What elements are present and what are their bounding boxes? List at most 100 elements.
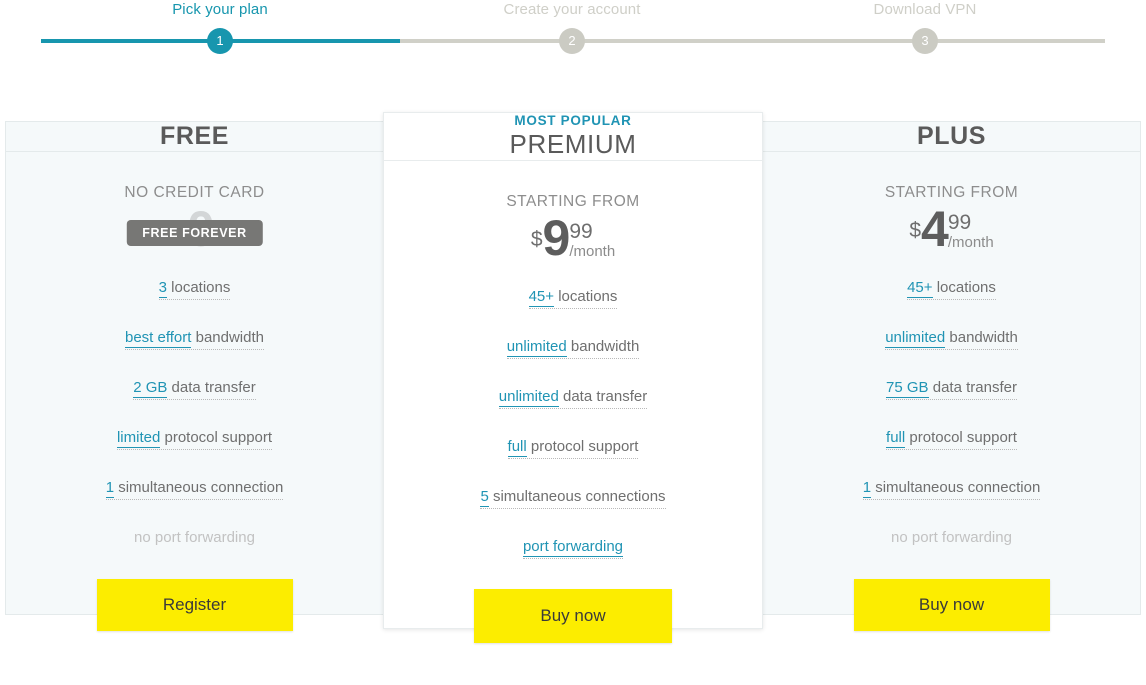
feature-text: locations (932, 279, 996, 296)
feature-list-premium: 45+ locations unlimited bandwidth unlimite… (384, 288, 762, 589)
feature-text: simultaneous connection (114, 479, 284, 496)
feature-text: protocol support (905, 429, 1017, 446)
stepper-labels: Pick your plan Create your account Downl… (0, 0, 1146, 24)
feature-highlight: 45+ (528, 288, 555, 307)
buy-now-button-plus[interactable]: Buy now (853, 579, 1050, 631)
price-caption-plus: STARTING FROM (884, 184, 1019, 201)
feature-item: full protocol support (886, 429, 1017, 450)
plan-card-plus[interactable]: PLUS STARTING FROM $ 4 99 /month 45+ loc… (762, 121, 1141, 631)
feature-text: data transfer (167, 379, 256, 396)
cta-wrap-premium: Buy now (384, 589, 762, 685)
feature-text: simultaneous connections (488, 488, 666, 505)
feature-item: 3 locations (158, 279, 231, 300)
feature-highlight: best effort (125, 329, 192, 348)
feature-highlight: unlimited (498, 388, 559, 407)
feature-item: no port forwarding (134, 530, 255, 549)
price-period-premium: /month (569, 243, 616, 260)
feature-item: 45+ locations (528, 288, 618, 309)
feature-item: limited protocol support (116, 429, 273, 450)
feature-text: protocol support (160, 429, 273, 446)
plan-header-plus: PLUS (763, 122, 1140, 152)
feature-item: best effort bandwidth (125, 329, 264, 350)
feature-highlight: 1 (105, 479, 115, 498)
price-block-premium: $ 9 99 /month (530, 210, 615, 273)
feature-highlight: 3 (158, 279, 167, 298)
feature-item: unlimited data transfer (498, 388, 648, 409)
step-label-2: Create your account (503, 1, 641, 18)
price-cents-plus: 99 (947, 211, 972, 234)
pricing-plans: FREE NO CREDIT CARD $ 0 FREE FOREVER 3 l… (0, 100, 1146, 643)
step-dot-1[interactable]: 1 (207, 28, 233, 54)
feature-text: bandwidth (945, 329, 1018, 346)
price-period-plus: /month (947, 234, 994, 251)
feature-highlight: port forwarding (522, 538, 624, 557)
feature-item: port forwarding (522, 538, 624, 559)
register-button[interactable]: Register (96, 579, 293, 631)
buy-now-button-premium[interactable]: Buy now (474, 589, 672, 643)
price-currency-premium: $ (530, 228, 543, 251)
feature-text: no port forwarding (134, 529, 255, 546)
feature-item: 1 simultaneous connection (105, 479, 284, 500)
feature-item: unlimited bandwidth (506, 338, 640, 359)
feature-text: locations (166, 279, 231, 296)
feature-list-free: 3 locations best effort bandwidth 2 GB dat… (6, 279, 383, 579)
feature-item: 2 GB data transfer (133, 379, 256, 400)
feature-text: simultaneous connection (871, 479, 1041, 496)
feature-text: bandwidth (566, 338, 640, 355)
cta-wrap-plus: Buy now (763, 579, 1140, 660)
feature-item: full protocol support (507, 438, 639, 459)
price-fraction-plus: 99 /month (948, 212, 994, 252)
price-currency-plus: $ (909, 219, 921, 242)
feature-text: bandwidth (191, 329, 264, 346)
feature-highlight: 1 (862, 479, 872, 498)
feature-highlight: full (507, 438, 527, 457)
feature-highlight: full (886, 429, 906, 448)
feature-item: 1 simultaneous connection (862, 479, 1041, 500)
feature-highlight: limited (116, 429, 161, 448)
free-forever-badge: FREE FOREVER (126, 220, 263, 246)
plan-card-free[interactable]: FREE NO CREDIT CARD $ 0 FREE FOREVER 3 l… (5, 121, 384, 631)
step-dot-2[interactable]: 2 (559, 28, 585, 54)
feature-item: no port forwarding (891, 530, 1012, 549)
price-cents-premium: 99 (569, 220, 593, 243)
step-label-1: Pick your plan (172, 1, 268, 18)
plan-name-free: FREE (159, 122, 230, 150)
price-block-plus: $ 4 99 /month (909, 201, 994, 264)
feature-highlight: 2 GB (133, 379, 168, 398)
step-dot-3[interactable]: 3 (912, 28, 938, 54)
price-amount-premium: 9 (542, 210, 571, 266)
price-fraction-premium: 99 /month (569, 221, 615, 261)
cta-wrap-free: Register (6, 579, 383, 660)
price-amount-plus: 4 (921, 201, 949, 257)
feature-text: no port forwarding (891, 529, 1012, 546)
plan-body-premium: STARTING FROM $ 9 99 /month 45+ location… (384, 161, 762, 685)
feature-list-plus: 45+ locations unlimited bandwidth 75 GB da… (763, 279, 1140, 579)
price-value-plus: $ 4 99 /month (909, 201, 994, 257)
price-caption-free: NO CREDIT CARD (124, 184, 265, 201)
feature-highlight: 75 GB (886, 379, 929, 398)
feature-highlight: 5 (480, 488, 489, 507)
price-value-premium: $ 9 99 /month (530, 210, 615, 266)
price-caption-premium: STARTING FROM (506, 193, 640, 210)
feature-item: 75 GB data transfer (886, 379, 1017, 400)
plan-name-premium: PREMIUM (509, 129, 637, 159)
feature-highlight: unlimited (885, 329, 946, 348)
plan-header-free: FREE (6, 122, 383, 152)
plan-body-plus: STARTING FROM $ 4 99 /month 45+ location… (763, 152, 1140, 660)
feature-item: 5 simultaneous connections (480, 488, 666, 509)
progress-stepper: Pick your plan Create your account Downl… (0, 0, 1146, 60)
feature-text: data transfer (558, 388, 648, 405)
price-block-free: $ 0 FREE FOREVER (126, 204, 263, 264)
feature-text: locations (554, 288, 618, 305)
feature-highlight: 45+ (907, 279, 933, 298)
feature-text: protocol support (526, 438, 639, 455)
plan-header-premium: MOST POPULAR PREMIUM (384, 113, 762, 161)
most-popular-label: MOST POPULAR (514, 113, 632, 128)
step-label-3: Download VPN (873, 1, 977, 18)
feature-item: 45+ locations (907, 279, 996, 300)
plan-body-free: NO CREDIT CARD $ 0 FREE FOREVER 3 locati… (6, 152, 383, 660)
plan-name-plus: PLUS (916, 122, 987, 150)
feature-highlight: unlimited (506, 338, 567, 357)
feature-text: data transfer (928, 379, 1017, 396)
plan-card-premium[interactable]: MOST POPULAR PREMIUM STARTING FROM $ 9 9… (383, 112, 763, 643)
